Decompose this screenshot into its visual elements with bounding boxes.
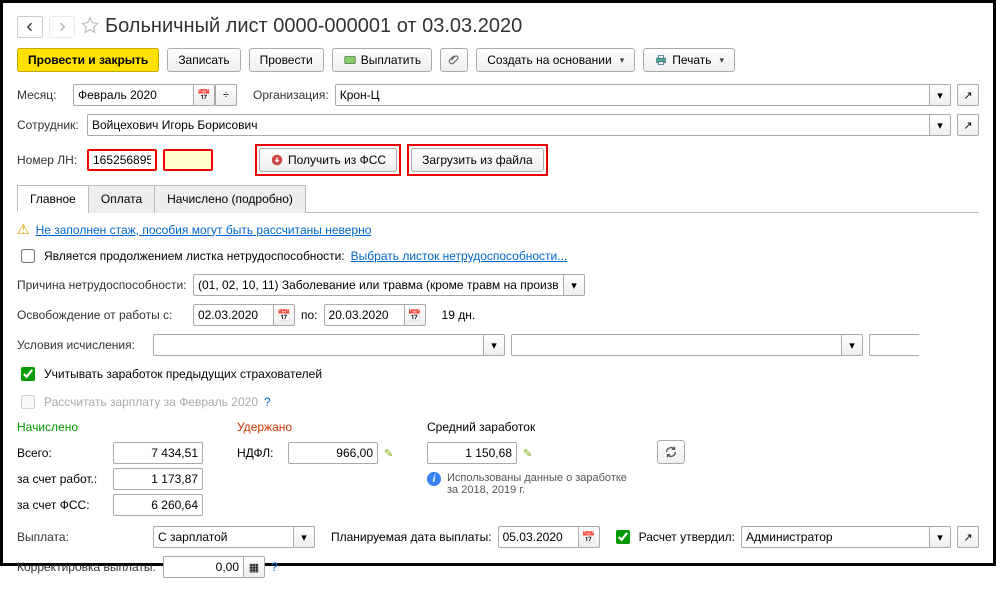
condition2-dropdown[interactable]: ▾ xyxy=(841,334,863,356)
reason-input[interactable] xyxy=(193,274,563,296)
approved-by-input[interactable] xyxy=(741,526,929,548)
tab-payment[interactable]: Оплата xyxy=(88,185,155,213)
nav-forward-button[interactable] xyxy=(49,16,75,38)
edit-ndfl-icon[interactable]: ✎ xyxy=(384,447,400,460)
refresh-icon xyxy=(664,445,678,459)
save-button[interactable]: Записать xyxy=(167,48,240,72)
org-input[interactable] xyxy=(335,84,929,106)
avg-earn-header: Средний заработок xyxy=(427,420,637,434)
fss-value[interactable] xyxy=(113,494,203,516)
download-icon xyxy=(270,153,284,167)
accrued-header: Начислено xyxy=(17,420,217,434)
payout-type-input[interactable] xyxy=(153,526,293,548)
approved-checkbox[interactable] xyxy=(616,530,630,544)
star-icon[interactable] xyxy=(81,16,99,37)
condition3-input[interactable] xyxy=(869,334,919,356)
ln-number-input[interactable] xyxy=(87,149,157,171)
ln-extra-field[interactable] xyxy=(163,149,213,171)
warning-icon: ⚠ xyxy=(17,221,30,238)
correction-calc-button[interactable]: ▦ xyxy=(243,556,265,578)
recalc-salary-checkbox xyxy=(21,395,35,409)
help-link[interactable]: ? xyxy=(264,395,271,409)
ndfl-value[interactable] xyxy=(288,442,378,464)
payout-type-dropdown[interactable]: ▾ xyxy=(293,526,315,548)
tab-main[interactable]: Главное xyxy=(17,185,89,213)
consider-prev-label: Учитывать заработок предыдущих страховат… xyxy=(44,367,322,381)
page-title: Больничный лист 0000-000001 от 03.03.202… xyxy=(105,15,522,38)
date-to-input[interactable] xyxy=(324,304,404,326)
planned-date-label: Планируемая дата выплаты: xyxy=(331,530,492,544)
conditions-label: Условия исчисления: xyxy=(17,338,147,352)
refresh-button[interactable] xyxy=(657,440,685,464)
condition1-input[interactable] xyxy=(153,334,483,356)
employer-value[interactable] xyxy=(113,468,203,490)
total-value[interactable] xyxy=(113,442,203,464)
approved-label: Расчет утвердил: xyxy=(639,530,735,544)
date-from-cal-button[interactable]: 📅 xyxy=(273,304,295,326)
month-input[interactable] xyxy=(73,84,193,106)
planned-date-input[interactable] xyxy=(498,526,578,548)
edit-avg-icon[interactable]: ✎ xyxy=(523,447,539,460)
reason-dropdown-button[interactable]: ▾ xyxy=(563,274,585,296)
employee-label: Сотрудник: xyxy=(17,118,81,132)
post-close-button[interactable]: Провести и закрыть xyxy=(17,48,159,72)
total-label: Всего: xyxy=(17,446,107,460)
month-label: Месяц: xyxy=(17,88,67,102)
planned-date-cal-button[interactable]: 📅 xyxy=(578,526,600,548)
avg-earn-value[interactable] xyxy=(427,442,517,464)
consider-prev-checkbox[interactable] xyxy=(21,367,35,381)
create-base-button[interactable]: Создать на основании xyxy=(476,48,635,72)
recalc-salary-label: Рассчитать зарплату за Февраль 2020 xyxy=(44,395,258,409)
approved-by-dropdown[interactable]: ▾ xyxy=(929,526,951,548)
load-from-file-button[interactable]: Загрузить из файла xyxy=(411,148,544,172)
correction-help-link[interactable]: ? xyxy=(271,560,278,574)
correction-input[interactable] xyxy=(163,556,243,578)
org-dropdown-button[interactable]: ▾ xyxy=(929,84,951,106)
employee-dropdown-button[interactable]: ▾ xyxy=(929,114,951,136)
condition1-dropdown[interactable]: ▾ xyxy=(483,334,505,356)
employee-open-button[interactable]: ↗ xyxy=(957,114,979,136)
date-from-input[interactable] xyxy=(193,304,273,326)
nav-back-button[interactable] xyxy=(17,16,43,38)
employee-input[interactable] xyxy=(87,114,929,136)
ln-label: Номер ЛН: xyxy=(17,153,81,167)
month-calendar-button[interactable]: 📅 xyxy=(193,84,215,106)
attach-button[interactable] xyxy=(440,48,468,72)
org-open-button[interactable]: ↗ xyxy=(957,84,979,106)
warning-link[interactable]: Не заполнен стаж, пособия могут быть рас… xyxy=(36,223,372,237)
to-label: по: xyxy=(301,308,318,322)
get-from-fss-button[interactable]: Получить из ФСС xyxy=(259,148,397,172)
print-button[interactable]: Печать xyxy=(643,48,735,72)
date-to-cal-button[interactable]: 📅 xyxy=(404,304,426,326)
org-label: Организация: xyxy=(253,88,329,102)
post-button[interactable]: Провести xyxy=(249,48,324,72)
tab-calc-detail[interactable]: Начислено (подробно) xyxy=(154,185,306,213)
employer-label: за счет работ.: xyxy=(17,472,107,486)
correction-label: Корректировка выплаты: xyxy=(17,560,157,574)
paperclip-icon xyxy=(447,53,461,67)
days-count: 19 дн. xyxy=(442,308,476,322)
pay-button[interactable]: Выплатить xyxy=(332,48,433,72)
fss-label: за счет ФСС: xyxy=(17,498,107,512)
reason-label: Причина нетрудоспособности: xyxy=(17,278,187,292)
payout-label: Выплата: xyxy=(17,530,147,544)
workfree-label: Освобождение от работы с: xyxy=(17,308,187,322)
continuation-link[interactable]: Выбрать листок нетрудоспособности... xyxy=(351,249,568,263)
approved-by-open-button[interactable]: ↗ xyxy=(957,526,979,548)
continuation-label: Является продолжением листка нетрудоспос… xyxy=(44,249,345,263)
info-icon: i xyxy=(427,472,441,486)
withheld-header: Удержано xyxy=(237,420,407,434)
pay-icon xyxy=(343,53,357,67)
continuation-checkbox[interactable] xyxy=(21,249,35,263)
printer-icon xyxy=(654,53,668,67)
month-stepper-button[interactable]: ÷ xyxy=(215,84,237,106)
avg-earn-info: Использованы данные о заработке за 2018,… xyxy=(447,472,627,496)
condition2-input[interactable] xyxy=(511,334,841,356)
ndfl-label: НДФЛ: xyxy=(237,446,282,460)
